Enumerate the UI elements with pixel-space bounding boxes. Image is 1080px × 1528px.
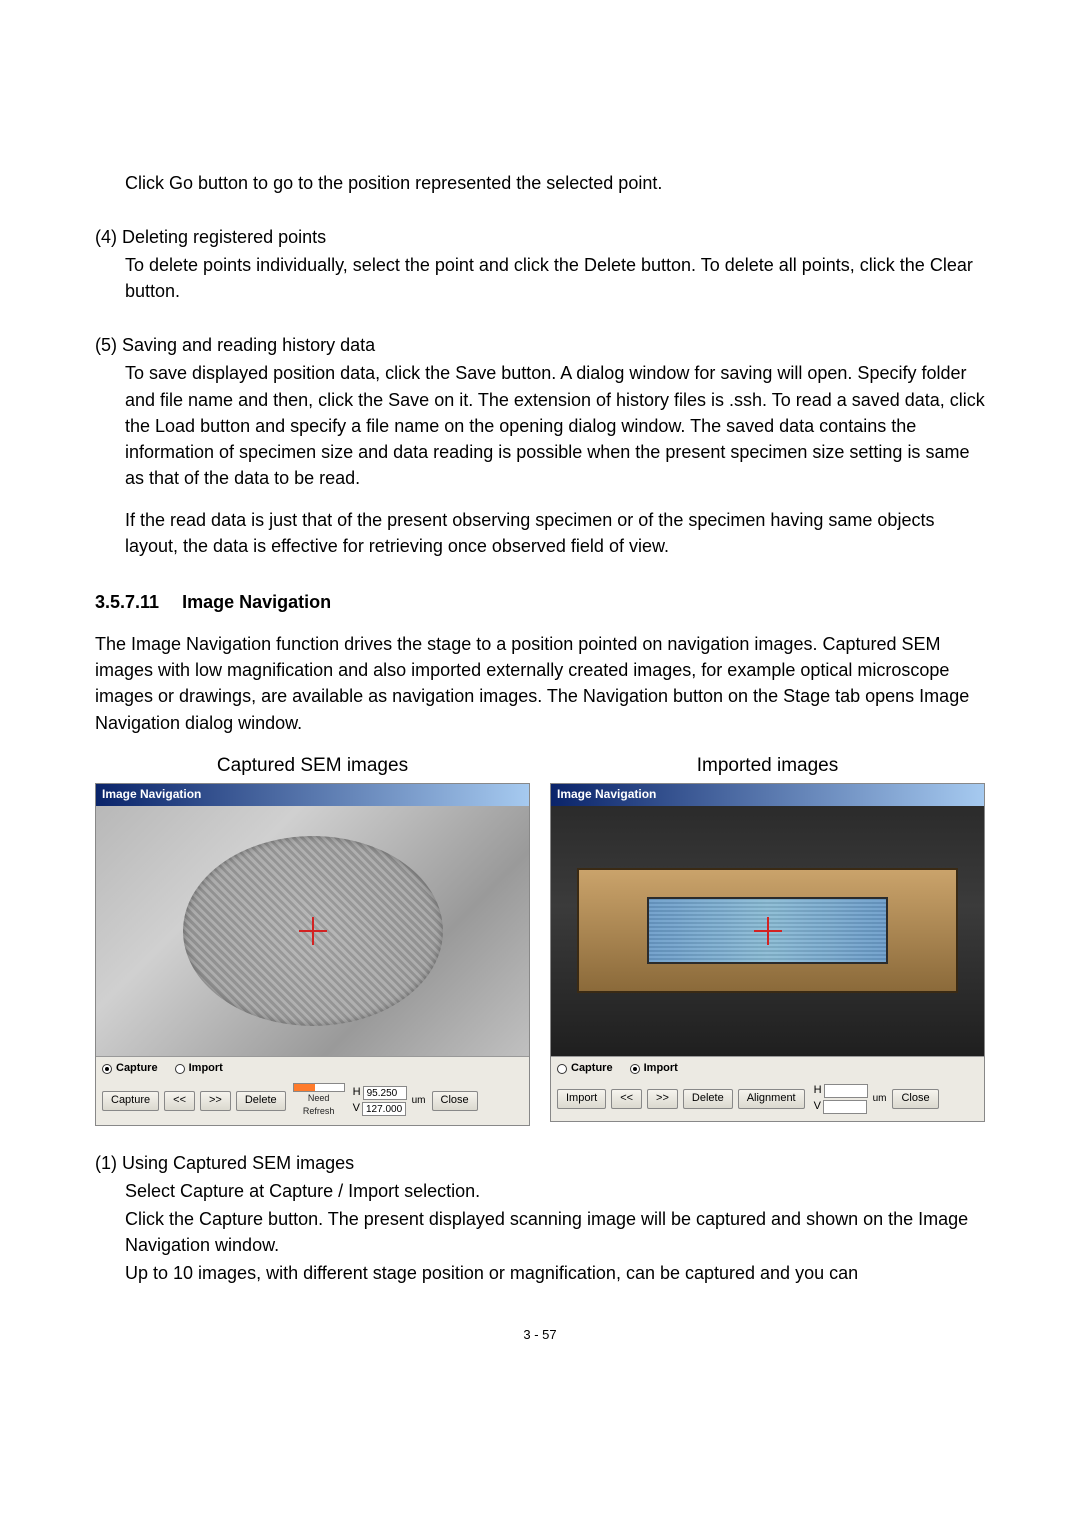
radio-dot-icon <box>175 1064 185 1074</box>
window-title-captured: Image Navigation <box>96 784 529 805</box>
section-title-text: Image Navigation <box>182 592 331 612</box>
page-number: 3 - 57 <box>95 1326 985 1345</box>
section-heading: 3.5.7.11 Image Navigation <box>95 589 985 615</box>
v-label: V <box>814 1099 821 1115</box>
window-title-imported: Image Navigation <box>551 784 984 805</box>
unit-label: um <box>873 1092 887 1107</box>
capture-button[interactable]: Capture <box>102 1091 159 1111</box>
item4-body: To delete points individually, select th… <box>95 252 985 304</box>
h-label: H <box>353 1085 361 1101</box>
import-button[interactable]: Import <box>557 1089 606 1109</box>
crosshair-icon <box>754 917 782 945</box>
item5-head: (5) Saving and reading history data <box>95 332 985 358</box>
h-value-field[interactable]: 95.250 <box>363 1086 407 1100</box>
prev-button[interactable]: << <box>164 1091 195 1111</box>
nav-image-imported[interactable] <box>551 806 984 1056</box>
radio-capture-right[interactable]: Capture <box>557 1061 613 1077</box>
need-refresh-label: Need Refresh <box>293 1092 345 1118</box>
refresh-bar-icon <box>293 1083 345 1092</box>
v-value-field[interactable]: 127.000 <box>362 1102 406 1116</box>
delete-button[interactable]: Delete <box>683 1089 733 1109</box>
unit-label: um <box>412 1094 426 1109</box>
v-label: V <box>353 1101 360 1117</box>
close-button[interactable]: Close <box>892 1089 938 1109</box>
alignment-button[interactable]: Alignment <box>738 1089 805 1109</box>
radio-capture-left[interactable]: Capture <box>102 1061 158 1077</box>
v-value-field[interactable] <box>823 1100 867 1114</box>
nav-image-captured[interactable] <box>96 806 529 1056</box>
radio-dot-icon <box>557 1064 567 1074</box>
image-navigation-window-captured: Image Navigation Capture <box>95 783 530 1125</box>
item5-body1: To save displayed position data, click t… <box>95 360 985 490</box>
radio-import-right[interactable]: Import <box>630 1061 678 1077</box>
next-button[interactable]: >> <box>647 1089 678 1109</box>
sub1-line3: Up to 10 images, with different stage po… <box>95 1260 985 1286</box>
image-navigation-window-imported: Image Navigation Capture <box>550 783 985 1122</box>
section-intro: The Image Navigation function drives the… <box>95 631 985 735</box>
section-number: 3.5.7.11 <box>95 589 159 615</box>
crosshair-icon <box>299 917 327 945</box>
caption-captured: Captured SEM images <box>95 752 530 780</box>
image-navigation-panels: Captured SEM images Image Navigation Cap… <box>95 752 985 1126</box>
sub1-line1: Select Capture at Capture / Import selec… <box>95 1178 985 1204</box>
prev-button[interactable]: << <box>611 1089 642 1109</box>
sub1-line2: Click the Capture button. The present di… <box>95 1206 985 1258</box>
h-value-field[interactable] <box>824 1084 868 1098</box>
item4-head: (4) Deleting registered points <box>95 224 985 250</box>
delete-button[interactable]: Delete <box>236 1091 286 1111</box>
item5-body2: If the read data is just that of the pre… <box>95 507 985 559</box>
radio-dot-icon <box>630 1064 640 1074</box>
h-label: H <box>814 1083 822 1099</box>
radio-dot-icon <box>102 1064 112 1074</box>
radio-import-left[interactable]: Import <box>175 1061 223 1077</box>
next-button[interactable]: >> <box>200 1091 231 1111</box>
close-button[interactable]: Close <box>432 1091 478 1111</box>
sub1-head: (1) Using Captured SEM images <box>95 1150 985 1176</box>
para-go-button: Click Go button to go to the position re… <box>95 170 985 196</box>
caption-imported: Imported images <box>550 752 985 780</box>
